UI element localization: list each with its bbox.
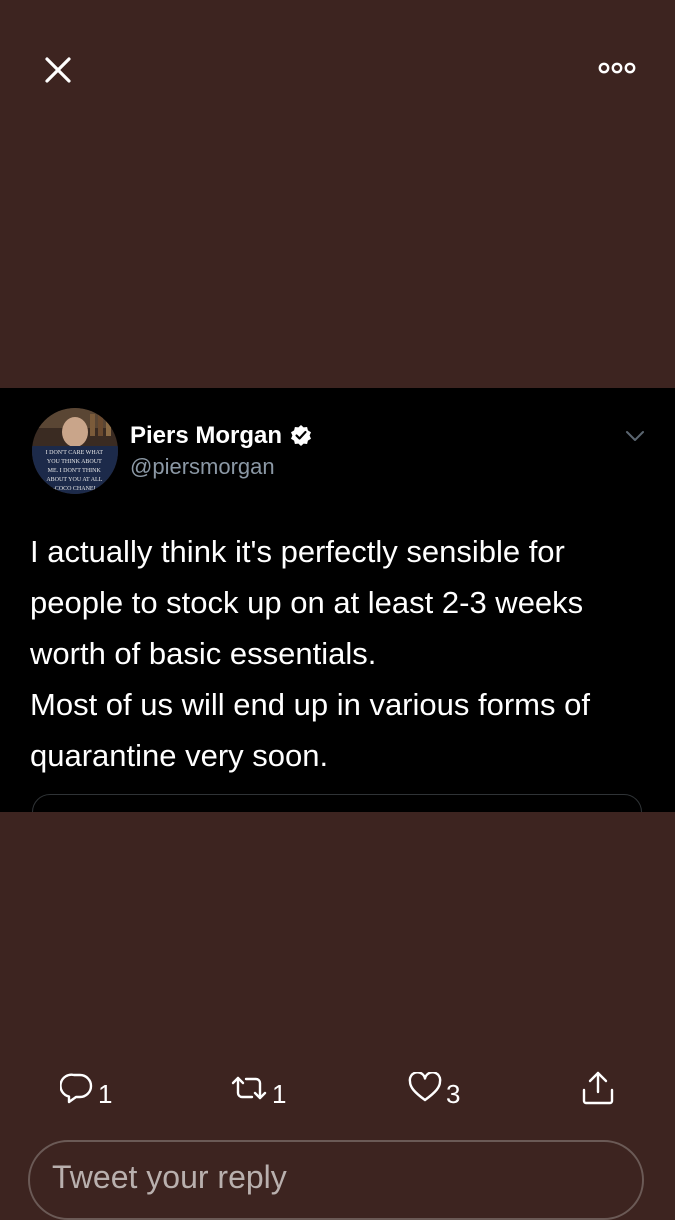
verified-badge-icon [290,424,312,446]
tweet-text-line: Most of us will end up in various forms … [30,687,590,722]
retweet-icon [231,1076,267,1100]
share-icon [582,1071,614,1105]
action-bar: 1 1 3 [0,1060,675,1120]
like-button[interactable]: 3 [408,1060,460,1116]
retweet-count: 1 [272,1078,287,1109]
reply-button[interactable]: 1 [60,1060,112,1116]
tweet-text-line: quarantine very soon. [30,738,329,773]
reply-icon [60,1073,93,1104]
heart-icon [408,1072,442,1102]
like-count: 3 [446,1078,461,1109]
top-bar [0,0,675,140]
author-handle[interactable]: @piersmorgan [130,454,275,480]
retweet-button[interactable]: 1 [230,1060,286,1116]
tweet-menu-button[interactable] [624,428,646,444]
reply-placeholder: Tweet your reply [52,1159,287,1195]
tweet-text-line: people to stock up on at least 2-3 weeks [30,585,584,620]
more-horizontal-icon [598,62,636,74]
more-options-button[interactable] [596,56,640,80]
share-button[interactable] [580,1060,616,1116]
reply-count: 1 [98,1078,113,1109]
tweet-card[interactable]: I DON'T CARE WHAT YOU THINK ABOUT ME. I … [0,388,675,812]
author-name[interactable]: Piers Morgan [130,422,282,450]
chevron-down-icon [626,431,644,441]
reply-input[interactable]: Tweet your reply [28,1140,644,1220]
tweet-text: I actually think it's perfectly sensible… [30,526,660,781]
close-button[interactable] [40,52,76,88]
tweet-text-line: I actually think it's perfectly sensible… [30,534,565,569]
tweet-text-line: worth of basic essentials. [30,636,377,671]
avatar[interactable]: I DON'T CARE WHAT YOU THINK ABOUT ME. I … [32,408,118,494]
embedded-card[interactable] [32,794,642,812]
close-icon [45,57,71,83]
